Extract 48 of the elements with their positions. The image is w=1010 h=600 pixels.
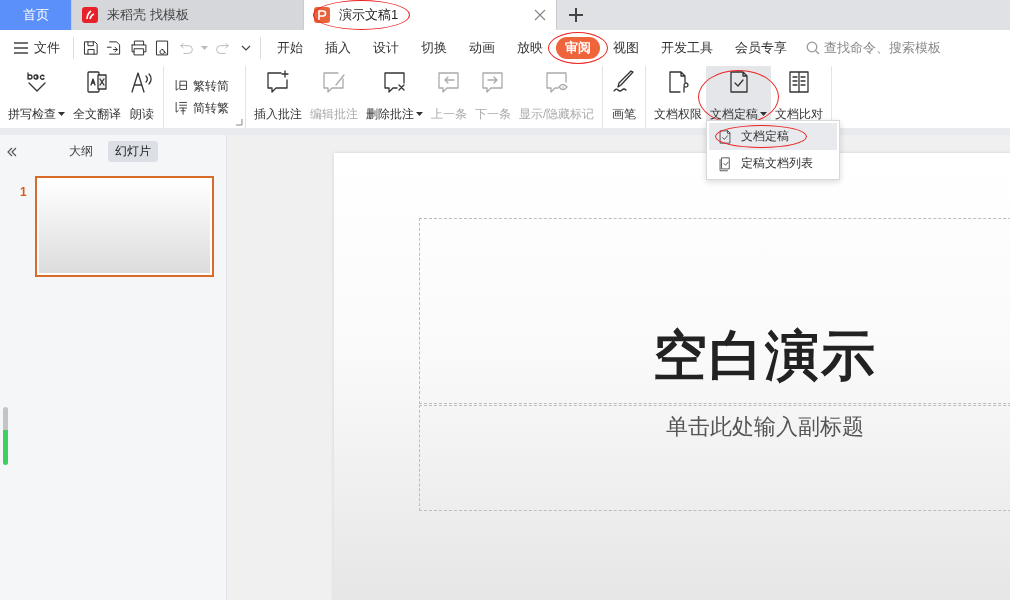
new-tab-icon[interactable] <box>569 8 583 22</box>
add-comment-icon <box>265 69 291 95</box>
show-markup-icon <box>543 69 570 95</box>
slide-number: 1 <box>20 184 27 199</box>
ribbon-tab[interactable]: 放映 <box>508 37 552 59</box>
ribbon-tab[interactable]: 会员专享 <box>726 37 796 59</box>
ribbon-button[interactable]: 画笔 <box>607 66 642 128</box>
ribbon-tab[interactable]: 开始 <box>268 37 312 59</box>
document-tab[interactable]: 来稻壳 找模板 <box>72 0 304 30</box>
status-indicator <box>3 407 8 465</box>
ribbon-tab[interactable]: 设计 <box>364 37 408 59</box>
edit-comment-icon <box>321 69 347 95</box>
ribbon-button[interactable]: 朗读 <box>125 66 159 128</box>
translate-icon <box>84 69 110 95</box>
document-tab[interactable]: 演示文稿1 <box>304 0 557 30</box>
search-icon <box>806 41 820 55</box>
slide-thumbnail[interactable] <box>34 176 214 277</box>
ribbon-tab[interactable]: 开发工具 <box>652 37 722 59</box>
leaf-logo-icon <box>82 7 98 23</box>
ribbon-button[interactable]: 删除批注 <box>362 66 427 128</box>
ribbon-button[interactable]: 文档权限 <box>650 66 707 128</box>
delete-comment-icon <box>381 69 408 95</box>
menu-item[interactable]: 文档定稿 <box>709 123 838 150</box>
previous-comment-icon <box>436 69 462 95</box>
presentation-logo-icon <box>314 7 330 23</box>
file-menu-button[interactable]: 文件 <box>12 39 68 57</box>
menu-icon <box>14 42 28 54</box>
ribbon-tab[interactable]: 视图 <box>604 37 648 59</box>
print-icon <box>129 38 149 58</box>
document-check-icon <box>717 128 734 145</box>
search-field[interactable]: 查找命令、搜索模板 <box>806 39 941 57</box>
next-comment-icon <box>480 69 506 95</box>
title-placeholder[interactable]: 空白演示 <box>419 218 1010 404</box>
ribbon-button[interactable]: 拼写检查 <box>4 66 69 128</box>
ribbon-button[interactable]: 全文翻译 <box>69 66 125 128</box>
menu-item[interactable]: 定稿文档列表 <box>709 150 838 177</box>
panel-tab[interactable]: 大纲 <box>62 141 100 162</box>
ribbon-button[interactable]: 简转繁 <box>172 99 229 117</box>
save-icon <box>81 38 101 58</box>
ribbon-button[interactable]: 插入批注 <box>250 66 306 128</box>
ribbon-tab[interactable]: 动画 <box>460 37 504 59</box>
collapse-icon[interactable] <box>6 145 18 158</box>
subtitle-placeholder[interactable]: 单击此处输入副标题 <box>419 405 1010 511</box>
close-icon[interactable] <box>534 9 546 21</box>
ribbon-tab[interactable]: 插入 <box>316 37 360 59</box>
panel-tab[interactable]: 幻灯片 <box>108 141 158 162</box>
ribbon-button[interactable]: 繁转简 <box>172 77 229 95</box>
ribbon-tab[interactable]: 切换 <box>412 37 456 59</box>
